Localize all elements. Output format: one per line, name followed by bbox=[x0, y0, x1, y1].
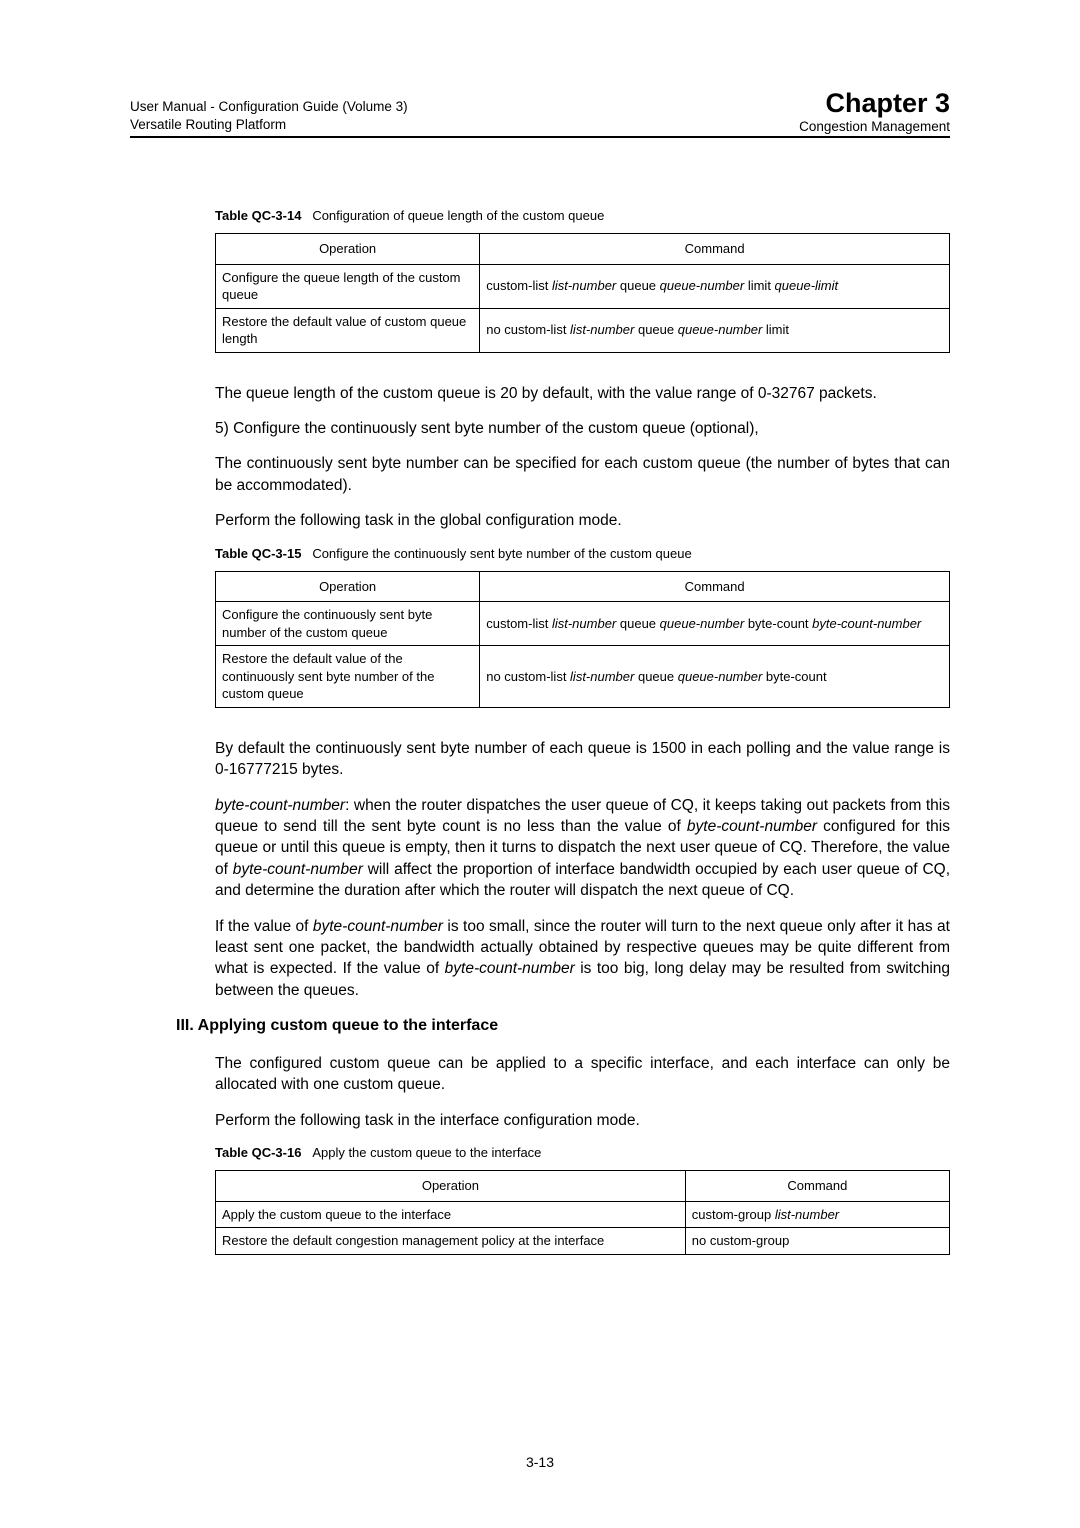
table14-h2: Command bbox=[480, 234, 950, 265]
cmd-arg: list-number bbox=[570, 322, 638, 337]
cmd-text: custom-group bbox=[692, 1207, 775, 1222]
cmd-text: queue bbox=[638, 322, 678, 337]
cmd-arg: queue-number bbox=[660, 616, 748, 631]
table16-caption-desc: Apply the custom queue to the interface bbox=[312, 1145, 541, 1160]
table16-h2: Command bbox=[685, 1171, 949, 1202]
table16-r2c1: Restore the default congestion managemen… bbox=[216, 1228, 686, 1255]
cmd-text: byte-count bbox=[748, 616, 812, 631]
table15-label: Table QC-3-15 bbox=[215, 546, 301, 561]
table14-h1: Operation bbox=[216, 234, 480, 265]
cmd-text: queue bbox=[638, 669, 678, 684]
table16-label: Table QC-3-16 bbox=[215, 1145, 301, 1160]
manual-subtitle: Versatile Routing Platform bbox=[130, 116, 408, 134]
table16-caption: Table QC-3-16 Apply the custom queue to … bbox=[215, 1145, 950, 1160]
cmd-text: no custom-list bbox=[486, 669, 570, 684]
table14-r2c1: Restore the default value of custom queu… bbox=[216, 308, 480, 352]
cmd-arg: list-number bbox=[552, 616, 620, 631]
header-right: Chapter 3 Congestion Management bbox=[799, 88, 950, 134]
italic-term: byte-count-number bbox=[687, 818, 817, 835]
italic-term: byte-count-number bbox=[313, 918, 443, 935]
table16-h1: Operation bbox=[216, 1171, 686, 1202]
cmd-arg: byte-count-number bbox=[812, 616, 921, 631]
cmd-text: queue bbox=[620, 616, 660, 631]
manual-title: User Manual - Configuration Guide (Volum… bbox=[130, 98, 408, 116]
heading-apply-custom-queue: III. Applying custom queue to the interf… bbox=[176, 1017, 950, 1035]
table15-r2c2: no custom-list list-number queue queue-n… bbox=[480, 646, 950, 708]
italic-term: byte-count-number bbox=[233, 861, 363, 878]
cmd-arg: list-number bbox=[552, 278, 620, 293]
page-number: 3-13 bbox=[0, 1454, 1080, 1470]
table15-r1c1: Configure the continuously sent byte num… bbox=[216, 602, 480, 646]
table15-caption-desc: Configure the continuously sent byte num… bbox=[312, 546, 691, 561]
cmd-arg: queue-number bbox=[678, 669, 766, 684]
header-left: User Manual - Configuration Guide (Volum… bbox=[130, 98, 408, 134]
body-span: If the value of bbox=[215, 918, 313, 935]
table15-h1: Operation bbox=[216, 571, 480, 602]
para-global-mode: Perform the following task in the global… bbox=[215, 510, 950, 531]
table16-r1c2: custom-group list-number bbox=[685, 1201, 949, 1228]
cmd-text: limit bbox=[766, 322, 789, 337]
para-interface-mode: Perform the following task in the interf… bbox=[215, 1110, 950, 1131]
cmd-text: custom-list bbox=[486, 616, 552, 631]
cmd-text: limit bbox=[748, 278, 775, 293]
table14: Operation Command Configure the queue le… bbox=[215, 233, 950, 353]
chapter-title: Chapter 3 bbox=[799, 88, 950, 119]
page-header: User Manual - Configuration Guide (Volum… bbox=[130, 88, 950, 138]
table15: Operation Command Configure the continuo… bbox=[215, 571, 950, 708]
table15-h2: Command bbox=[480, 571, 950, 602]
table14-block: Table QC-3-14 Configuration of queue len… bbox=[215, 208, 950, 1001]
cmd-arg: list-number bbox=[570, 669, 638, 684]
table14-caption-desc: Configuration of queue length of the cus… bbox=[312, 208, 604, 223]
table14-label: Table QC-3-14 bbox=[215, 208, 301, 223]
cmd-arg: list-number bbox=[775, 1207, 839, 1222]
table16: Operation Command Apply the custom queue… bbox=[215, 1170, 950, 1255]
cmd-text: byte-count bbox=[766, 669, 827, 684]
section-apply: The configured custom queue can be appli… bbox=[215, 1053, 950, 1255]
para-default-byte-count: By default the continuously sent byte nu… bbox=[215, 738, 950, 781]
table15-r1c2: custom-list list-number queue queue-numb… bbox=[480, 602, 950, 646]
table16-r1c1: Apply the custom queue to the interface bbox=[216, 1201, 686, 1228]
table14-r2c2: no custom-list list-number queue queue-n… bbox=[480, 308, 950, 352]
para-apply-intro: The configured custom queue can be appli… bbox=[215, 1053, 950, 1096]
para-default-queue-length: The queue length of the custom queue is … bbox=[215, 383, 950, 404]
italic-term: byte-count-number bbox=[445, 960, 575, 977]
table14-r1c2: custom-list list-number queue queue-numb… bbox=[480, 264, 950, 308]
cmd-arg: queue-number bbox=[678, 322, 766, 337]
cmd-arg: queue-limit bbox=[775, 278, 839, 293]
italic-term: byte-count-number bbox=[215, 797, 345, 814]
para-byte-count-warning: If the value of byte-count-number is too… bbox=[215, 916, 950, 1002]
cmd-text: custom-list bbox=[486, 278, 552, 293]
cmd-text: queue bbox=[620, 278, 660, 293]
para-byte-count-explain: byte-count-number: when the router dispa… bbox=[215, 795, 950, 902]
table15-caption: Table QC-3-15 Configure the continuously… bbox=[215, 546, 950, 561]
cmd-arg: queue-number bbox=[660, 278, 748, 293]
cmd-text: no custom-list bbox=[486, 322, 570, 337]
table14-caption: Table QC-3-14 Configuration of queue len… bbox=[215, 208, 950, 223]
table15-r2c1: Restore the default value of the continu… bbox=[216, 646, 480, 708]
para-step5: 5) Configure the continuously sent byte … bbox=[215, 418, 950, 439]
table14-r1c1: Configure the queue length of the custom… bbox=[216, 264, 480, 308]
para-byte-number-spec: The continuously sent byte number can be… bbox=[215, 453, 950, 496]
chapter-subtitle: Congestion Management bbox=[799, 119, 950, 134]
table16-r2c2: no custom-group bbox=[685, 1228, 949, 1255]
